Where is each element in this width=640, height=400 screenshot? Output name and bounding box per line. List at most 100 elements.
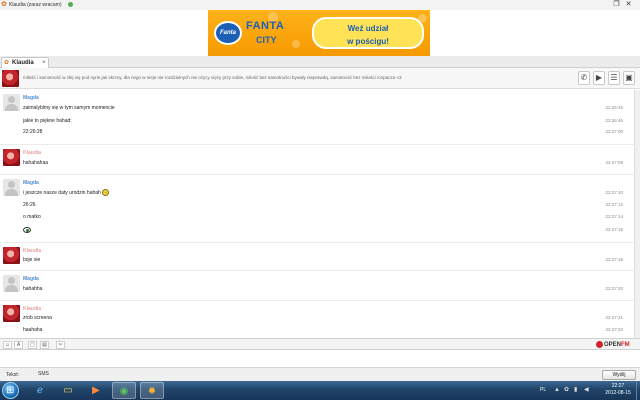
- tray-app-icon[interactable]: ✿: [564, 386, 569, 394]
- message-group: Klaudia zrob screena 22:27:21 haahaha 22…: [0, 301, 634, 338]
- message-time: 22:27:08: [605, 160, 623, 165]
- sms-mode-select[interactable]: SMS: [38, 370, 78, 379]
- app-logo-icon: ✿: [1, 1, 7, 8]
- smile-emote-icon: ᵕ: [102, 189, 110, 197]
- tab-klaudia[interactable]: ✿ Klaudia ×: [1, 57, 49, 68]
- message-time: 22:26:46: [605, 118, 623, 123]
- avatar: [3, 179, 20, 196]
- banner-cta[interactable]: Weź udział w pościgu!: [312, 17, 424, 49]
- banner-brand: FANTA: [246, 20, 285, 32]
- close-icon[interactable]: ✕: [624, 0, 633, 10]
- message-time: 22:27:18: [605, 257, 623, 262]
- tray-arrow-icon[interactable]: ▲: [554, 386, 560, 394]
- explorer-icon[interactable]: ▭: [56, 382, 80, 399]
- message-text: haahaha: [23, 327, 43, 333]
- openfm-dot-icon: [596, 340, 603, 348]
- message-group: Klaudia hahahahaa 22:27:08: [0, 145, 634, 175]
- message-time: 22:27:00: [605, 129, 623, 134]
- fanta-logo-icon: Fanta: [214, 21, 242, 45]
- banner-city: CITY: [256, 35, 277, 45]
- image-icon[interactable]: ▢: [28, 341, 37, 349]
- call-icon[interactable]: ✆: [578, 71, 590, 85]
- clock[interactable]: 22:27 2012-08-15: [604, 383, 632, 397]
- text-label: Tekst:: [6, 372, 20, 378]
- status-icon: [68, 2, 73, 7]
- media-player-icon[interactable]: ▶: [84, 382, 108, 399]
- message-text: o matko: [23, 214, 41, 220]
- file-icon[interactable]: ▤: [40, 341, 49, 349]
- sender-name: Klaudia: [23, 248, 42, 254]
- message-text: zrob screena: [23, 315, 52, 321]
- network-icon[interactable]: ▮: [574, 386, 577, 394]
- restore-icon[interactable]: ❐: [612, 0, 621, 10]
- input-footer: Tekst: SMS Wyślij: [0, 367, 640, 381]
- chat-scrollbar[interactable]: [634, 90, 640, 338]
- avatar: [3, 94, 20, 111]
- chrome-icon[interactable]: ◉: [112, 382, 136, 399]
- show-desktop-button[interactable]: [636, 381, 640, 400]
- message-group: Magda hahahha 22:27:20: [0, 271, 634, 301]
- message-line: zaimalyblmy się w tym samym momencie 22:…: [23, 104, 623, 112]
- openfm-logo[interactable]: OPENFM: [596, 340, 630, 350]
- message-time: 22:26:45: [605, 105, 623, 110]
- message-line: hahahahaa 22:27:08: [23, 159, 623, 167]
- volume-icon[interactable]: ◀: [584, 386, 589, 394]
- message-time: 22:27:12: [605, 202, 623, 207]
- contact-header: miłość i samotność w złej się pod nyrie …: [0, 68, 640, 89]
- message-text: [23, 226, 31, 234]
- sender-name: Magda: [23, 276, 39, 282]
- sender-name: Klaudia: [23, 306, 42, 312]
- message-line: i jeszcze nasze daty urodzin hahah ᵕ 22:…: [23, 189, 623, 197]
- ad-banner[interactable]: Fanta FANTA CITY Weź udział w pościgu!: [208, 10, 430, 56]
- tab-close-icon[interactable]: ×: [42, 59, 46, 67]
- cta-line-2: w pościgu!: [347, 37, 389, 46]
- message-group: Magda zaimalyblmy się w tym samym momenc…: [0, 90, 634, 145]
- message-line: jakie to piękne hahad; 22:26:46: [23, 117, 623, 125]
- avatar: [3, 247, 20, 264]
- message-line: zrob screena 22:27:21: [23, 314, 623, 322]
- contacts-icon[interactable]: ☰: [608, 71, 620, 85]
- message-time: 22:27:10: [605, 190, 623, 195]
- message-time: 22:27:15: [605, 227, 623, 232]
- language-indicator[interactable]: PL: [540, 386, 546, 394]
- ie-icon[interactable]: ℯ: [28, 382, 52, 399]
- message-text: hahahha: [23, 286, 43, 292]
- clock-time: 22:27: [611, 383, 625, 389]
- emoticon-icon[interactable]: ☺: [3, 341, 12, 349]
- message-text: boje sie: [23, 257, 41, 263]
- title-bar: ✿ Klaudia (zaraz wracam) ❐ ✕: [0, 0, 640, 10]
- font-icon[interactable]: A: [14, 341, 23, 349]
- contact-avatar[interactable]: [2, 70, 19, 87]
- send-button[interactable]: Wyślij: [602, 370, 636, 380]
- message-time: 22:27:22: [605, 327, 623, 332]
- video-icon[interactable]: ▶: [593, 71, 605, 85]
- message-group: Magda i jeszcze nasze daty urodzin hahah…: [0, 175, 634, 243]
- cta-line-1: Weź udział: [347, 24, 389, 33]
- sender-name: Magda: [23, 180, 39, 186]
- chat-transcript: Magda zaimalyblmy się w tym samym momenc…: [0, 90, 634, 338]
- start-button[interactable]: [2, 382, 19, 399]
- avatar: [3, 149, 20, 166]
- nudge-icon[interactable]: ✂: [56, 341, 65, 349]
- gift-icon[interactable]: ▣: [623, 71, 635, 85]
- message-input[interactable]: [0, 350, 640, 367]
- contact-description: miłość i samotność w złej się pod nyrie …: [23, 75, 402, 80]
- tab-label: Klaudia: [12, 60, 34, 66]
- contact-flower-icon: ✿: [4, 60, 10, 66]
- message-text-content: i jeszcze nasze daty urodzin hahah: [23, 190, 101, 196]
- tab-bar: ✿ Klaudia ×: [0, 56, 640, 68]
- message-line: 22:26:28 22:27:00: [23, 128, 623, 136]
- eye-emote-icon: [23, 226, 31, 233]
- message-time: 22:27:20: [605, 286, 623, 291]
- message-line: o matko 22:27:14: [23, 213, 623, 221]
- message-line: haahaha 22:27:22: [23, 326, 623, 334]
- avatar: [3, 305, 20, 322]
- avatar: [3, 275, 20, 292]
- message-time: 22:27:21: [605, 315, 623, 320]
- message-text: 26:26: [23, 202, 36, 208]
- gadu-icon[interactable]: ✹: [140, 382, 164, 399]
- format-toolbar: ☺ A ▢ ▤ ✂ OPENFM: [0, 338, 640, 350]
- message-text: hahahahaa: [23, 160, 49, 166]
- message-line: 26:26 22:27:12: [23, 201, 623, 209]
- window-title: Klaudia (zaraz wracam): [9, 2, 62, 8]
